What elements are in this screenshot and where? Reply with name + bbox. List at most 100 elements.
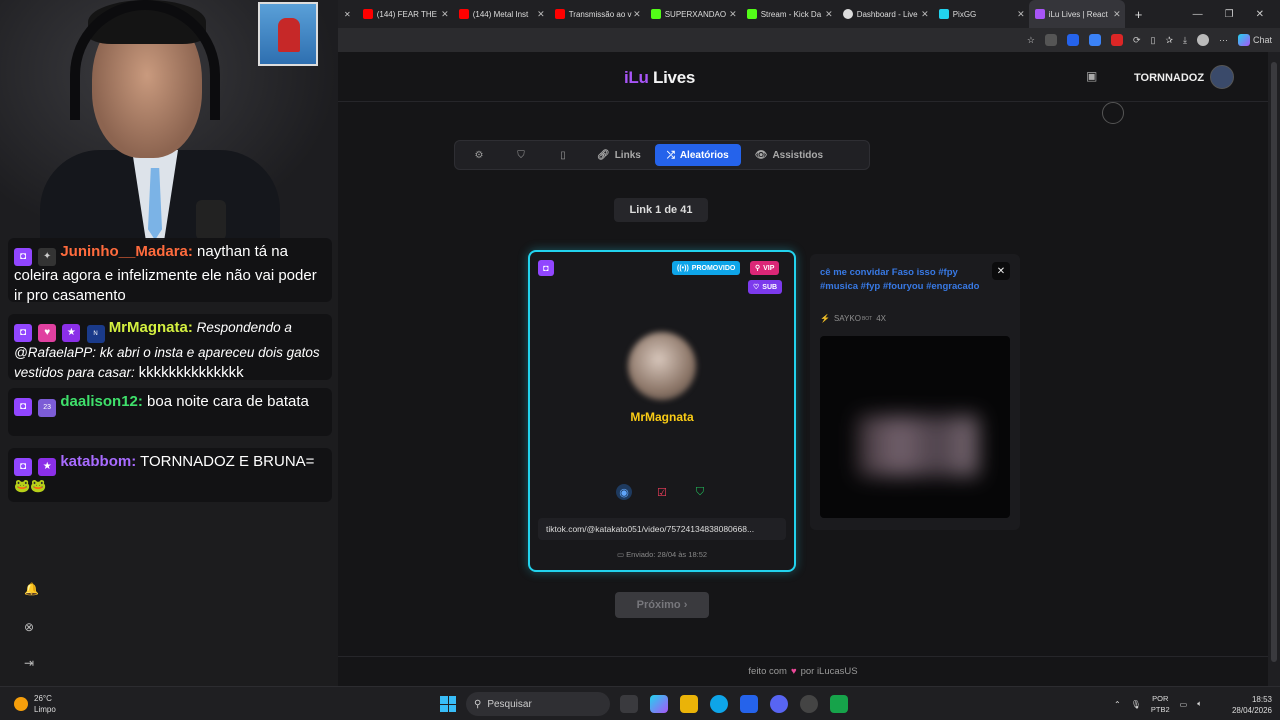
browser-tab[interactable]: Transmissão ao v ✕ <box>549 0 645 28</box>
link-card[interactable]: ◘ ((•)) PROMOVIDO ⚲ VIP ♡ SUB MrMagnata ◉ ☑… <box>528 250 796 572</box>
extension-icon[interactable] <box>1044 34 1057 46</box>
browser-tab[interactable]: (144) Metal Inst ✕ <box>453 0 549 28</box>
download-icon[interactable]: ⤓ <box>1183 35 1187 46</box>
kick-icon <box>650 9 661 19</box>
preview-card[interactable]: cê me convidar Faso isso #fpy #musica #f… <box>810 254 1020 530</box>
obs-icon[interactable] <box>800 695 818 713</box>
browser-tab[interactable]: SUPERXANDAO ✕ <box>645 0 741 28</box>
restore-icon[interactable]: ❐ <box>1225 9 1234 20</box>
shield-icon[interactable]: ⛉ <box>692 484 708 500</box>
help-icon[interactable]: ⊗ <box>24 620 38 634</box>
browser-tab[interactable]: Stream - Kick Da ✕ <box>741 0 837 28</box>
close-preview-icon[interactable]: ✕ <box>992 262 1010 280</box>
close-tab-icon[interactable]: ✕ <box>729 9 737 20</box>
copilot-chat-button[interactable]: Chat <box>1237 34 1272 46</box>
taskbar-search[interactable]: ⚲ Pesquisar <box>466 692 610 716</box>
network-icon[interactable]: ▭ <box>1180 700 1188 709</box>
star-badge-icon: ★ <box>62 324 81 342</box>
avatar[interactable] <box>1210 65 1234 89</box>
task-view-icon[interactable] <box>620 695 638 713</box>
star-icon[interactable]: ☆ <box>1027 35 1035 46</box>
close-icon[interactable]: ✕ <box>338 10 357 19</box>
link-url[interactable]: tiktok.com/@katakato051/video/7572413483… <box>538 518 786 540</box>
wall-poster <box>258 2 318 66</box>
nasa-badge-icon: N <box>86 325 105 343</box>
tab-random[interactable]: ⤮ Aleatórios <box>654 144 741 166</box>
approve-check-icon[interactable]: ☑ <box>654 484 670 500</box>
translate-icon[interactable] <box>1088 34 1101 46</box>
tab-watched[interactable]: 👁︎ Assistidos <box>743 144 835 166</box>
star-badge-icon: ★ <box>38 458 57 476</box>
language-indicator[interactable]: POR PTB2 <box>1151 693 1170 715</box>
link-counter: Link 1 de 41 <box>614 198 708 222</box>
heart-icon: ♥ <box>790 666 797 677</box>
side-rail: 🔔 ⊗ ⇥ <box>0 500 68 686</box>
refresh-icon[interactable]: ⟳ <box>1133 35 1141 46</box>
weather-widget[interactable]: 26°C Limpo <box>14 693 56 715</box>
split-screen-icon[interactable]: ▯ <box>1151 35 1156 46</box>
logout-icon[interactable]: ⇥ <box>24 656 38 670</box>
close-tab-icon[interactable]: ✕ <box>1017 9 1025 20</box>
close-tab-icon[interactable]: ✕ <box>1113 9 1121 20</box>
extension-icon[interactable] <box>1110 34 1123 46</box>
close-tab-icon[interactable]: ✕ <box>633 9 641 20</box>
tab-links[interactable]: 🔗︎ Links <box>585 144 653 166</box>
broadcast-icon: ((•)) <box>677 264 689 272</box>
window-close-icon[interactable]: ✕ <box>1256 9 1264 20</box>
nav-tabs: ⚙ ⛉ ▯ 🔗︎ Links ⤮ Aleatórios 👁︎ Assistidos <box>454 140 870 170</box>
youtube-icon <box>458 9 469 19</box>
twitch-icon: ◘ <box>14 324 32 342</box>
chevron-up-icon[interactable]: ⌃ <box>1114 700 1121 709</box>
favorites-icon[interactable]: ✰ <box>1165 35 1173 46</box>
package-icon[interactable]: ▣ <box>1086 69 1100 83</box>
edge-icon[interactable] <box>710 695 728 713</box>
close-tab-icon[interactable]: ✕ <box>825 9 833 20</box>
twitch-icon: ◘ <box>538 260 554 276</box>
close-tab-icon[interactable]: ✕ <box>441 9 449 20</box>
chat-username: Juninho__Madara: <box>60 243 193 260</box>
copilot-app-icon[interactable] <box>650 695 668 713</box>
more-icon[interactable]: ··· <box>1219 35 1228 45</box>
bookmark-icon[interactable]: ▯ <box>543 144 583 166</box>
browser-tab[interactable]: (144) FEAR THE ✕ <box>357 0 453 28</box>
volume-icon[interactable]: 🔈︎ <box>1197 699 1202 709</box>
windows-start-icon[interactable] <box>440 696 456 712</box>
ilu-lives-app: iLu Lives ▣ TORNNADOZ ⚙ ⛉ ▯ 🔗︎ Links ⤮ Ale… <box>338 52 1268 686</box>
sent-timestamp: ▭ Enviado: 28/04 às 18:52 <box>616 550 708 559</box>
vip-badge: ⚲ VIP <box>750 261 780 275</box>
browser-tab-bar: ✕ (144) FEAR THE ✕ (144) Metal Inst ✕ Tran… <box>338 0 1280 28</box>
extension-icon[interactable] <box>1066 34 1079 46</box>
twitch-icon: ◘ <box>14 458 32 476</box>
app-icon[interactable] <box>830 695 848 713</box>
video-thumbnail[interactable] <box>820 336 1010 518</box>
photos-icon[interactable] <box>740 695 758 713</box>
app-logo[interactable]: iLu Lives <box>624 68 695 88</box>
file-explorer-icon[interactable] <box>680 695 698 713</box>
new-tab-button[interactable]: + <box>1125 7 1153 22</box>
microphone-icon[interactable]: 🎙︎ <box>1131 700 1141 709</box>
scrollbar[interactable] <box>1268 52 1280 686</box>
mark-watched-eye-icon[interactable]: ◉ <box>616 484 632 500</box>
shuffle-icon: ⤮ <box>666 149 675 161</box>
app-header: iLu Lives ▣ TORNNADOZ <box>338 52 1268 102</box>
username[interactable]: TORNNADOZ <box>1134 72 1204 84</box>
bell-icon[interactable]: 🔔 <box>24 582 39 596</box>
settings-icon[interactable]: ⚙ <box>459 144 499 166</box>
ilu-icon <box>1034 9 1045 19</box>
close-tab-icon[interactable]: ✕ <box>921 9 929 20</box>
next-button[interactable]: Próximo › <box>615 592 709 618</box>
user-avatar <box>628 332 696 400</box>
browser-tab[interactable]: PixGG ✕ <box>933 0 1029 28</box>
chat-text: kkkkkkkkkkkkkk <box>138 364 244 381</box>
chat-text: TORNNADOZ E BRUNA= <box>136 453 315 470</box>
close-tab-icon[interactable]: ✕ <box>537 9 545 20</box>
microphone <box>196 200 226 240</box>
frog-emote-icon: 🐸 <box>14 478 31 493</box>
shield-icon[interactable]: ⛉ <box>501 144 541 166</box>
browser-tab[interactable]: Dashboard - Live ✕ <box>837 0 933 28</box>
discord-icon[interactable] <box>770 695 788 713</box>
clock[interactable]: 18:53 28/04/2026 <box>1222 694 1272 716</box>
minimize-icon[interactable]: — <box>1193 9 1203 20</box>
profile-icon[interactable] <box>1196 34 1209 46</box>
browser-tab-active[interactable]: iLu Lives | React ✕ <box>1028 0 1125 28</box>
